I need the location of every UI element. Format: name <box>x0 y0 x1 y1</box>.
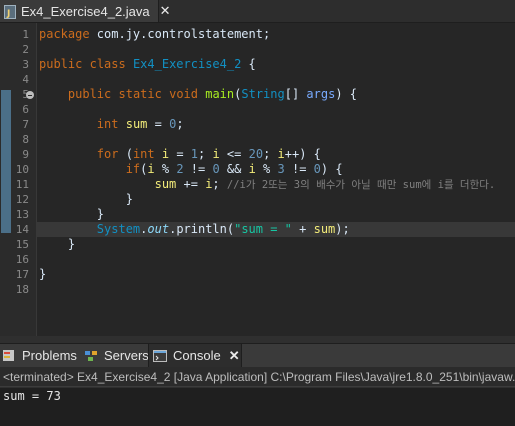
line-number: 12 <box>15 193 29 206</box>
code-line-5: public static void main(String[] args) { <box>67 87 358 101</box>
code-line-3: public class Ex4_Exercise4_2 { <box>39 57 256 71</box>
line-number-gutter: 1 2 3 4 5 6 7 8 9 10 11 12 13 14 15 16 1… <box>12 23 37 336</box>
problems-icon <box>2 349 16 363</box>
console-icon <box>153 349 167 363</box>
line-number: 17 <box>15 268 29 281</box>
tab-problems[interactable]: Problems <box>2 344 78 367</box>
line-number: 18 <box>15 283 29 296</box>
close-icon[interactable]: ✕ <box>229 349 240 362</box>
console-output-area[interactable]: sum = 73 <box>0 388 515 426</box>
code-line-13: } <box>96 207 105 221</box>
console-output: sum = 73 <box>3 389 61 403</box>
tab-servers-label: Servers <box>104 348 149 363</box>
line-number: 10 <box>15 163 29 176</box>
line-number: 9 <box>22 148 29 161</box>
editor-tab-bar: J Ex4_Exercise4_2.java ✕ <box>0 0 515 23</box>
console-status-line: <terminated> Ex4_Exercise4_2 [Java Appli… <box>0 367 515 387</box>
svg-text:J: J <box>6 9 10 19</box>
code-line-15: } <box>67 237 76 251</box>
close-icon[interactable]: ✕ <box>160 5 171 18</box>
code-line-1: package com.jy.controlstatement; <box>39 27 271 41</box>
tab-problems-label: Problems <box>22 348 77 363</box>
code-line-12: } <box>125 192 133 206</box>
code-line-17: } <box>39 267 47 281</box>
code-line-9: for (int i = 1; i <= 20; i++) { <box>96 147 321 161</box>
java-file-icon: J <box>4 4 16 19</box>
tab-console-label: Console <box>173 348 221 363</box>
code-line-11: sum += i; //i가 2또는 3의 배수가 아닐 때만 sum에 i를 … <box>154 177 496 191</box>
line-number: 3 <box>22 58 29 71</box>
line-number: 2 <box>22 43 29 56</box>
tab-console[interactable]: Console ✕ <box>148 344 242 367</box>
line-number: 6 <box>22 103 29 116</box>
tab-servers[interactable]: Servers <box>84 344 149 367</box>
bottom-panel-tabs: Problems Servers Console ✕ <box>0 343 515 367</box>
code-line-14: System.out.println("sum = " + sum); <box>96 222 350 236</box>
code-area[interactable]: package com.jy.controlstatement; public … <box>39 23 495 373</box>
line-number: 16 <box>15 253 29 266</box>
line-number: 15 <box>15 238 29 251</box>
editor-tab-title: Ex4_Exercise4_2.java <box>21 3 150 19</box>
code-line-7: int sum = 0; <box>96 117 184 131</box>
line-number: 13 <box>15 208 29 221</box>
editor-tab[interactable]: J Ex4_Exercise4_2.java ✕ <box>0 0 171 22</box>
line-number: 1 <box>22 28 29 41</box>
line-number: 7 <box>22 118 29 131</box>
servers-icon <box>84 349 98 363</box>
code-line-10: if(i % 2 != 0 && i % 3 != 0) { <box>125 162 343 176</box>
fold-collapse-icon[interactable] <box>26 91 34 99</box>
line-number: 11 <box>15 178 29 191</box>
line-number: 4 <box>22 73 29 86</box>
code-editor[interactable]: 1 2 3 4 5 6 7 8 9 10 11 12 13 14 15 16 1… <box>0 23 515 336</box>
line-number: 8 <box>22 133 29 146</box>
line-number: 14 <box>15 223 29 236</box>
